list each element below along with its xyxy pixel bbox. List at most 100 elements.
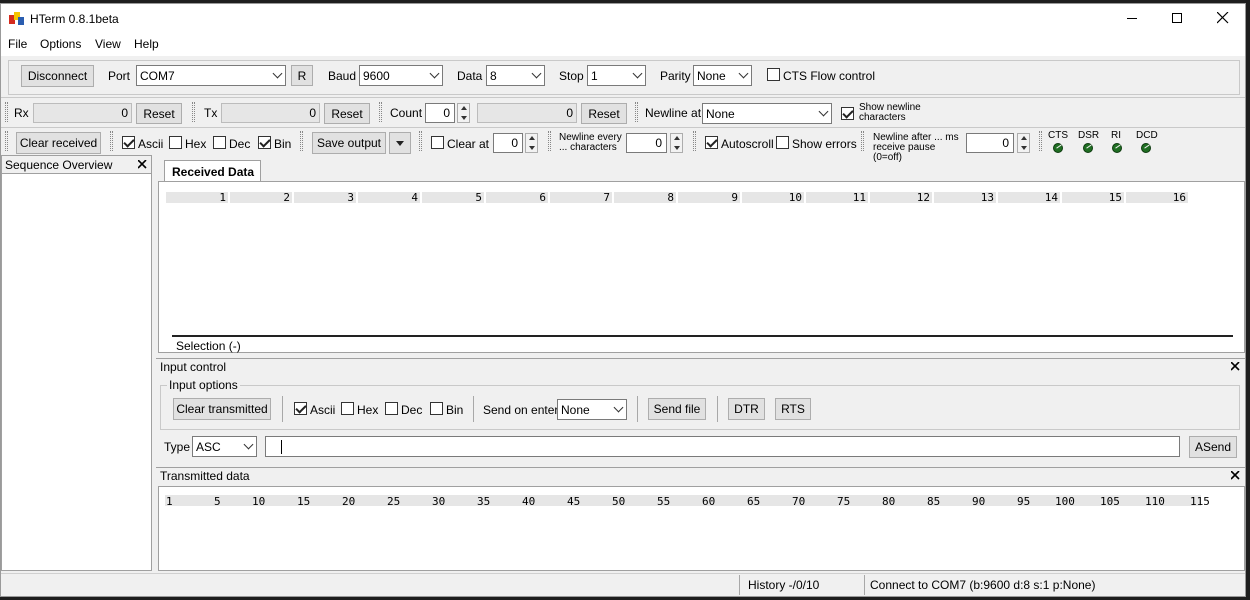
toolbar-grip[interactable] [5,131,8,151]
newline-at-select[interactable]: None [702,103,832,124]
rx-hex-checkbox[interactable] [169,136,182,149]
received-column-number: 12 [870,192,932,203]
send-on-enter-value: None [561,402,590,417]
cts-flow-label: CTS Flow control [783,69,876,83]
disconnect-button[interactable]: Disconnect [21,65,94,87]
toolbar-grip[interactable] [5,102,8,122]
count-spinner[interactable] [457,103,470,123]
received-data-view[interactable]: 1 2 3 4 5 6 7 8 9 10 11 12 13 14 15 16 Selection (-) [158,181,1245,353]
chevron-down-icon [272,68,283,78]
tx-bin-checkbox[interactable] [430,402,443,415]
rx-bin-checkbox[interactable] [258,136,271,149]
newline-every-spinner[interactable] [670,133,683,153]
parity-select[interactable]: None [693,65,752,86]
transmitted-column-number: 75 [837,495,851,508]
close-icon[interactable] [1231,471,1240,480]
ri-label: RI [1111,130,1121,141]
clear-at-checkbox[interactable] [431,136,444,149]
rx-ascii-checkbox[interactable] [122,136,135,149]
show-errors-checkbox[interactable] [776,136,789,149]
send-file-button[interactable]: Send file [648,398,706,420]
close-icon[interactable] [1231,362,1240,371]
autoscroll-checkbox[interactable] [705,136,718,149]
port-value: COM7 [140,68,175,83]
rx-reset-button[interactable]: Reset [136,103,182,124]
menu-view[interactable]: View [95,37,121,51]
newline-every-input[interactable]: 0 [626,133,667,153]
tx-ascii-checkbox[interactable] [294,402,307,415]
transmitted-data-view[interactable]: 1 5 10 15 20 25 30 35 40 45 50 55 60 65 70 75 80 85 90 95 10… [158,486,1245,571]
text-cursor [281,440,282,454]
clear-at-spinner[interactable] [525,133,538,153]
save-output-menu-button[interactable] [389,132,411,154]
close-icon[interactable] [138,160,147,169]
transmitted-column-number: 5 [214,495,221,508]
refresh-ports-button[interactable]: R [291,65,313,86]
ri-led-icon [1112,143,1122,153]
newline-after-spinner[interactable] [1017,133,1030,153]
rts-button[interactable]: RTS [775,398,811,420]
toolbar-grip[interactable] [548,131,551,151]
dropdown-arrow-icon [396,140,404,146]
chevron-up-icon [461,106,467,110]
toolbar-grip[interactable] [861,131,864,151]
baud-select[interactable]: 9600 [359,65,443,86]
chevron-up-icon [674,136,680,140]
tx-dec-label: Dec [401,403,423,417]
received-column-number: 11 [806,192,868,203]
transmitted-column-number: 35 [477,495,491,508]
rx-dec-checkbox[interactable] [213,136,226,149]
port-select[interactable]: COM7 [136,65,286,86]
chevron-down-icon [818,106,829,116]
menu-options[interactable]: Options [40,37,81,51]
toolbar-grip[interactable] [110,131,113,151]
transmitted-column-number: 70 [792,495,806,508]
title-bar: HTerm 0.8.1beta [1,4,1245,34]
input-options-label: Input options [167,378,240,392]
clear-received-button[interactable]: Clear received [16,132,101,154]
rx-dec-label: Dec [229,137,251,151]
toolbar-grip[interactable] [192,102,195,122]
received-column-number: 5 [422,192,484,203]
send-on-enter-select[interactable]: None [557,399,627,420]
show-newline-checkbox[interactable] [841,107,854,120]
toolbar-grip[interactable] [379,102,382,122]
data-bits-select[interactable]: 8 [486,65,545,86]
toolbar-grip[interactable] [693,131,696,151]
close-icon[interactable] [1217,12,1229,24]
toolbar-grip[interactable] [300,131,303,151]
sequence-overview-panel: Sequence Overview [1,155,152,571]
minimize-icon[interactable] [1127,18,1137,19]
tx-hex-checkbox[interactable] [341,402,354,415]
newline-after-input[interactable]: 0 [966,133,1014,153]
transmitted-column-number: 40 [522,495,536,508]
tx-dec-checkbox[interactable] [385,402,398,415]
count-reset-button[interactable]: Reset [581,103,627,124]
toolbar-grip[interactable] [635,102,638,122]
tx-reset-button[interactable]: Reset [324,103,370,124]
chevron-down-icon [632,68,643,78]
type-select[interactable]: ASC [192,436,257,457]
rx-counter: 0 [33,103,132,123]
type-label: Type [164,440,191,454]
asend-button[interactable]: ASend [1189,436,1237,458]
baud-label: Baud [328,69,357,83]
chevron-down-icon [461,116,467,120]
count-input[interactable]: 0 [425,103,455,123]
input-control-title: Input control [160,360,227,374]
clear-at-input[interactable]: 0 [493,133,523,153]
chevron-down-icon [613,402,624,412]
menu-file[interactable]: File [8,37,27,51]
tab-received-data[interactable]: Received Data [164,160,261,182]
toolbar-grip[interactable] [1039,131,1042,151]
clear-transmitted-button[interactable]: Clear transmitted [173,398,271,420]
save-output-button[interactable]: Save output [312,132,386,154]
toolbar-grip[interactable] [419,131,422,151]
dtr-button[interactable]: DTR [728,398,765,420]
maximize-icon[interactable] [1172,13,1182,23]
cts-flow-checkbox[interactable] [767,68,780,81]
transmitted-column-header-bg [165,495,1201,506]
stop-bits-select[interactable]: 1 [587,65,646,86]
menu-help[interactable]: Help [134,37,159,51]
send-input[interactable] [265,436,1180,457]
